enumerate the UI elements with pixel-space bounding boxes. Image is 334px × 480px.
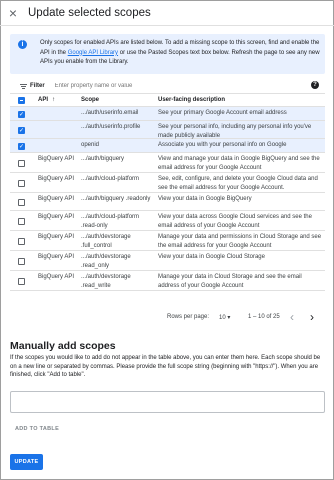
row-scope: .../auth/bigquery	[81, 156, 125, 162]
info-icon: i	[18, 40, 27, 49]
row-checkbox[interactable]	[18, 217, 25, 225]
row-scope: .../auth/devstorage .read_only	[81, 254, 131, 269]
prev-page-icon[interactable]: ‹	[290, 310, 294, 324]
row-description: See your primary Google Account email ad…	[158, 110, 287, 116]
row-scope: .../auth/devstorage .full_control	[81, 234, 131, 249]
manual-scopes-textarea[interactable]	[10, 391, 325, 413]
row-api: BigQuery API	[38, 176, 75, 182]
row-checkbox[interactable]: ✓	[18, 142, 25, 150]
table-row[interactable]: BigQuery API .../auth/devstorage .full_co…	[10, 231, 325, 251]
filter-icon[interactable]	[18, 83, 28, 89]
row-description: View your data in Google BigQuery	[158, 196, 252, 202]
manual-instructions: If the scopes you would like to add do n…	[10, 355, 321, 379]
table-row[interactable]: ✓ .../auth/userinfo.email See your primary…	[10, 107, 325, 121]
row-description: Associate you with your personal info on…	[158, 142, 287, 148]
header-api[interactable]: API	[38, 97, 48, 103]
row-api: BigQuery API	[38, 156, 75, 162]
table-row[interactable]: BigQuery API .../auth/bigquery View and ma…	[10, 153, 325, 173]
table-row[interactable]: ✓ openid Associate you with your personal …	[10, 139, 325, 153]
rows-per-page-select[interactable]: 10 ▾	[219, 314, 230, 321]
table-header: API ↑ Scope User-facing description	[10, 93, 325, 107]
row-scope: .../auth/userinfo.email	[81, 110, 139, 116]
table-row[interactable]: BigQuery API .../auth/devstorage .read_on…	[10, 251, 325, 271]
table-row[interactable]: BigQuery API .../auth/bigquery .readonly V…	[10, 193, 325, 211]
row-api: BigQuery API	[38, 234, 75, 240]
row-checkbox[interactable]: ✓	[18, 126, 25, 134]
close-icon[interactable]: ×	[0, 0, 26, 26]
scopes-table: API ↑ Scope User-facing description ✓...…	[10, 93, 325, 291]
update-button[interactable]: UPDATE	[10, 454, 43, 470]
row-scope: .../auth/userinfo.profile	[81, 124, 141, 130]
api-library-link[interactable]: Google API Library	[68, 50, 118, 56]
page-range: 1 – 10 of 25	[248, 314, 280, 320]
row-checkbox[interactable]	[18, 179, 25, 187]
filter-label: Filter	[30, 83, 45, 89]
row-checkbox[interactable]	[18, 237, 25, 245]
dialog-title: Update selected scopes	[28, 6, 151, 19]
row-scope: .../auth/cloud-platform .read-only	[81, 214, 140, 229]
pagination: Rows per page: 10 ▾ 1 – 10 of 25 ‹ ›	[10, 310, 325, 326]
row-description: See your personal info, including any pe…	[158, 124, 312, 139]
row-api: BigQuery API	[38, 196, 75, 202]
row-description: View your data across Google Cloud servi…	[158, 214, 312, 229]
row-checkbox[interactable]	[18, 257, 25, 265]
info-text: Only scopes for enabled APIs are listed …	[40, 39, 322, 68]
manual-heading: Manually add scopes	[10, 340, 116, 352]
table-row[interactable]: BigQuery API .../auth/cloud-platform .rea…	[10, 211, 325, 231]
row-api: BigQuery API	[38, 254, 75, 260]
row-description: View and manage your data in Google BigQ…	[158, 156, 320, 171]
row-scope: openid	[81, 142, 100, 148]
next-page-icon[interactable]: ›	[310, 310, 314, 324]
header-scope: Scope	[81, 97, 100, 103]
table-row[interactable]: BigQuery API .../auth/devstorage .read_wr…	[10, 271, 325, 291]
rows-per-page-label: Rows per page:	[167, 314, 210, 320]
sort-arrow-icon[interactable]: ↑	[52, 97, 55, 103]
info-banner: i Only scopes for enabled APIs are liste…	[10, 34, 325, 74]
row-scope: .../auth/cloud-platform	[81, 176, 140, 182]
row-scope: .../auth/devstorage .read_write	[81, 274, 131, 289]
row-description: Manage your data and permissions in Clou…	[158, 234, 322, 249]
row-checkbox[interactable]	[18, 277, 25, 285]
header-description: User-facing description	[158, 97, 226, 103]
row-api: BigQuery API	[38, 274, 75, 280]
row-description: See, edit, configure, and delete your Go…	[158, 176, 318, 191]
filter-bar: Filter ?	[10, 79, 325, 93]
rows-per-page-value: 10	[219, 315, 226, 321]
row-checkbox[interactable]	[18, 198, 25, 206]
filter-input[interactable]	[54, 83, 285, 89]
row-checkbox[interactable]: ✓	[18, 110, 25, 118]
table-row[interactable]: BigQuery API .../auth/cloud-platform See, …	[10, 173, 325, 193]
add-to-table-button[interactable]: ADD TO TABLE	[15, 426, 59, 432]
help-icon[interactable]: ?	[311, 81, 319, 89]
row-checkbox[interactable]	[18, 159, 25, 167]
row-api: BigQuery API	[38, 214, 75, 220]
table-row[interactable]: ✓ .../auth/userinfo.profile See your perso…	[10, 121, 325, 139]
row-scope: .../auth/bigquery .readonly	[81, 196, 151, 202]
select-all-checkbox[interactable]	[18, 97, 25, 104]
row-description: Manage your data in Cloud Storage and se…	[158, 274, 302, 289]
row-description: View your data in Google Cloud Storage	[158, 254, 265, 260]
dialog-header: × Update selected scopes	[0, 0, 334, 26]
